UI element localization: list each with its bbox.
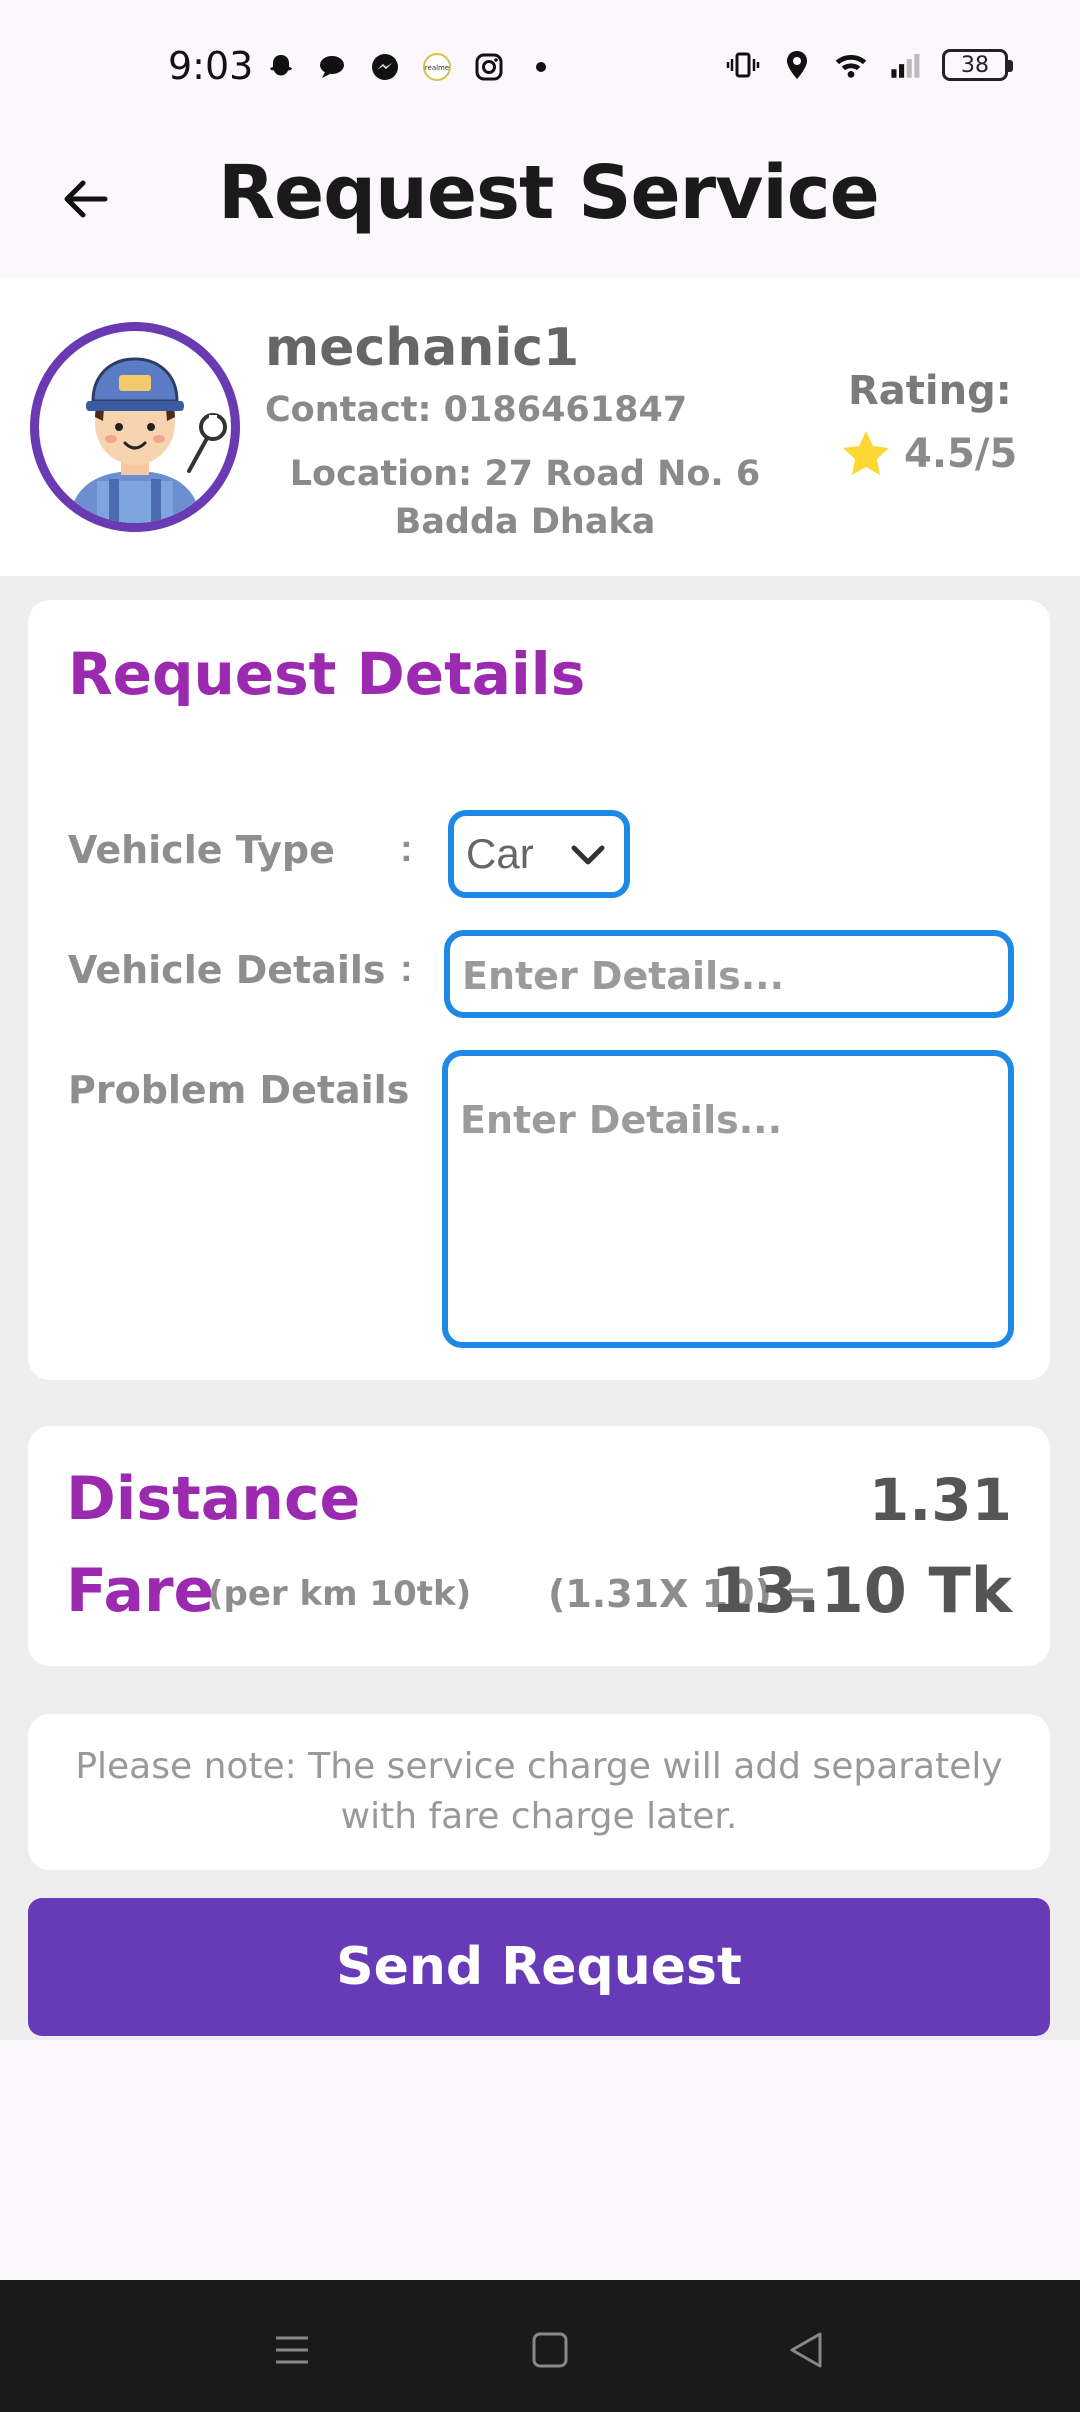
star-icon xyxy=(843,431,889,475)
request-details-title: Request Details xyxy=(68,640,586,708)
vehicle-type-label: Vehicle Type xyxy=(68,828,335,872)
mechanic-location: Location: 27 Road No. 6 Badda Dhaka xyxy=(289,454,761,542)
back-nav-button[interactable] xyxy=(776,2320,836,2380)
service-charge-note: Please note: The service charge will add… xyxy=(75,1746,1003,1837)
navigation-bar xyxy=(0,2280,1080,2412)
back-button[interactable] xyxy=(50,164,120,234)
dot-icon xyxy=(524,50,558,84)
vehicle-type-dropdown[interactable]: Car xyxy=(448,810,630,898)
distance-value: 1.31 xyxy=(868,1466,1012,1534)
note-card: Please note: The service charge will add… xyxy=(28,1714,1050,1870)
fare-label: Fare xyxy=(66,1556,215,1626)
menu-icon xyxy=(276,2336,308,2364)
fare-total: 13.10 Tk xyxy=(710,1554,1012,1627)
instagram-icon xyxy=(472,50,506,84)
vehicle-details-label: Vehicle Details xyxy=(68,948,386,992)
rating-row: 4.5/5 xyxy=(840,428,1017,480)
vehicle-details-placeholder: Enter Details... xyxy=(462,954,785,998)
vehicle-type-colon: : xyxy=(400,828,413,870)
mechanic-name: mechanic1 xyxy=(265,318,580,378)
send-request-button[interactable]: Send Request xyxy=(28,1898,1050,2036)
snapchat-icon xyxy=(264,50,298,84)
distance-label: Distance xyxy=(66,1464,361,1534)
notification-icons: realme xyxy=(264,50,558,84)
app-bar: Request Service xyxy=(0,140,1080,278)
problem-details-textarea[interactable]: Enter Details... xyxy=(442,1050,1014,1348)
location-icon xyxy=(780,48,814,82)
status-time: 9:03 xyxy=(168,44,254,88)
wifi-icon xyxy=(834,48,868,82)
vehicle-details-input[interactable]: Enter Details... xyxy=(444,930,1014,1018)
triangle-back-icon xyxy=(790,2332,822,2368)
signal-icon xyxy=(888,48,922,82)
realme-icon: realme xyxy=(420,50,454,84)
mechanic-contact: Contact: 0186461847 xyxy=(265,390,688,430)
messenger-icon xyxy=(368,50,402,84)
system-icons: 38 xyxy=(726,48,1013,82)
mechanic-avatar-icon xyxy=(30,322,240,532)
problem-details-placeholder: Enter Details... xyxy=(460,1098,783,1142)
status-bar: 9:03 realme 38 xyxy=(0,0,1080,140)
vehicle-type-value: Car xyxy=(466,830,534,877)
battery-icon: 38 xyxy=(942,49,1013,81)
fare-rate: (per km 10tk) xyxy=(208,1574,472,1614)
vehicle-details-colon: : xyxy=(400,948,413,990)
chat-bubble-icon xyxy=(316,50,350,84)
rating-label: Rating: xyxy=(848,368,1012,414)
vibrate-icon xyxy=(726,48,760,82)
request-details-card: Request Details Vehicle Type : Car Vehic… xyxy=(28,600,1050,1380)
recent-apps-button[interactable] xyxy=(262,2320,322,2380)
battery-level: 38 xyxy=(961,52,989,78)
chevron-down-icon xyxy=(571,845,605,865)
arrow-left-icon xyxy=(64,180,108,218)
fare-card: Distance 1.31 Fare (per km 10tk) (1.31X … xyxy=(28,1426,1050,1666)
problem-details-label: Problem Details xyxy=(68,1068,410,1112)
mechanic-card: mechanic1 Contact: 0186461847 Location: … xyxy=(0,278,1080,576)
square-icon xyxy=(532,2332,568,2368)
home-button[interactable] xyxy=(520,2320,580,2380)
svg-text:realme: realme xyxy=(425,64,449,72)
page-title: Request Service xyxy=(218,150,880,236)
rating-value: 4.5/5 xyxy=(904,431,1018,477)
problem-details-colon: : xyxy=(396,1068,409,1110)
